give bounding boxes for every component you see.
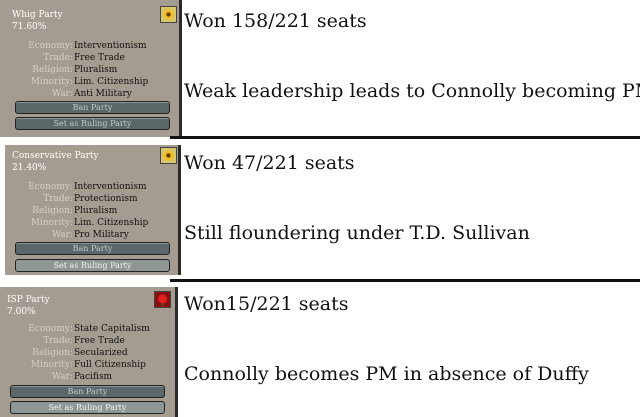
party-note: Connolly becomes PM in absence of Duffy xyxy=(184,363,589,385)
seats-result: Won 47/221 seats xyxy=(184,152,355,174)
stat-minority: Minority: Lim. Citizenship xyxy=(0,218,190,230)
party-row-conservative: Conservative Party 21.40% Economy: Interv… xyxy=(0,140,640,278)
stat-war: War: Pacifism xyxy=(0,372,190,384)
stat-label: Trade: xyxy=(43,53,73,63)
party-name: Whig Party xyxy=(12,10,63,20)
stat-value: Anti Military xyxy=(74,89,132,99)
stat-label: Religion: xyxy=(32,65,73,75)
stat-value: Pro Military xyxy=(74,230,129,240)
stat-trade: Trade: Free Trade xyxy=(0,53,190,65)
row-divider xyxy=(170,136,640,139)
stat-value: Pluralism xyxy=(74,206,118,216)
stat-economy: Economy: Interventionism xyxy=(0,182,190,194)
party-row-whig: Whig Party 71.60% Economy: Interventionis… xyxy=(0,0,640,137)
stat-label: Religion: xyxy=(32,348,73,358)
stat-value: Interventionism xyxy=(74,182,147,192)
rose-flag-icon xyxy=(154,291,171,308)
stat-label: War: xyxy=(51,372,73,382)
party-percent: 71.60% xyxy=(12,22,47,32)
ban-party-button[interactable]: Ban Party xyxy=(15,242,170,255)
stat-label: Religion: xyxy=(32,206,73,216)
ban-party-button[interactable]: Ban Party xyxy=(15,101,170,114)
stat-label: Minority: xyxy=(30,218,73,228)
stat-religion: Religion: Pluralism xyxy=(0,206,190,218)
party-panel: Whig Party 71.60% Economy: Interventionis… xyxy=(0,0,182,137)
party-name: Conservative Party xyxy=(12,151,99,161)
stat-war: War: Pro Military xyxy=(0,230,190,242)
row-divider xyxy=(170,279,640,282)
party-percent: 7.00% xyxy=(7,307,36,317)
sunflower-flag-icon xyxy=(160,147,177,164)
stat-value: State Capitalism xyxy=(74,324,150,334)
set-ruling-party-button[interactable]: Set as Ruling Party xyxy=(15,117,170,130)
party-panel: ISP Party 7.00% Economy: State Capitalism… xyxy=(0,287,178,417)
stat-minority: Minority: Full Citizenship xyxy=(0,360,190,372)
stat-war: War: Anti Military xyxy=(0,89,190,101)
stat-value: Pluralism xyxy=(74,65,118,75)
stat-minority: Minority: Lim. Citizenship xyxy=(0,77,190,89)
stat-value: Full Citizenship xyxy=(74,360,146,370)
party-row-isp: ISP Party 7.00% Economy: State Capitalism… xyxy=(0,283,640,417)
party-percent: 21.40% xyxy=(12,163,47,173)
stat-label: Economy: xyxy=(28,324,73,334)
stat-trade: Trade: Protectionism xyxy=(0,194,190,206)
stat-trade: Trade: Free Trade xyxy=(0,336,190,348)
party-name: ISP Party xyxy=(7,295,50,305)
stat-value: Lim. Citizenship xyxy=(74,218,149,228)
stat-value: Free Trade xyxy=(74,336,125,346)
stat-value: Secularized xyxy=(74,348,128,358)
stat-label: Trade: xyxy=(43,194,73,204)
ban-party-button[interactable]: Ban Party xyxy=(10,385,165,398)
party-note: Still floundering under T.D. Sullivan xyxy=(184,222,530,244)
sunflower-flag-icon xyxy=(160,6,177,23)
stat-religion: Religion: Secularized xyxy=(0,348,190,360)
seats-result: Won15/221 seats xyxy=(184,293,349,315)
stat-label: War: xyxy=(51,89,73,99)
set-ruling-party-button[interactable]: Set as Ruling Party xyxy=(10,401,165,414)
stat-value: Protectionism xyxy=(74,194,138,204)
stat-economy: Economy: State Capitalism xyxy=(0,324,190,336)
stat-label: Minority: xyxy=(30,360,73,370)
stat-value: Lim. Citizenship xyxy=(74,77,149,87)
party-panel: Conservative Party 21.40% Economy: Interv… xyxy=(5,145,181,275)
stat-value: Interventionism xyxy=(74,41,147,51)
stat-label: Economy: xyxy=(28,182,73,192)
stat-religion: Religion: Pluralism xyxy=(0,65,190,77)
stat-label: War: xyxy=(51,230,73,240)
stat-label: Minority: xyxy=(30,77,73,87)
stat-value: Pacifism xyxy=(74,372,113,382)
stat-value: Free Trade xyxy=(74,53,125,63)
stat-label: Trade: xyxy=(43,336,73,346)
seats-result: Won 158/221 seats xyxy=(184,10,367,32)
stat-economy: Economy: Interventionism xyxy=(0,41,190,53)
set-ruling-party-button[interactable]: Set as Ruling Party xyxy=(15,259,170,272)
party-note: Weak leadership leads to Connolly becomi… xyxy=(184,80,640,102)
stat-label: Economy: xyxy=(28,41,73,51)
